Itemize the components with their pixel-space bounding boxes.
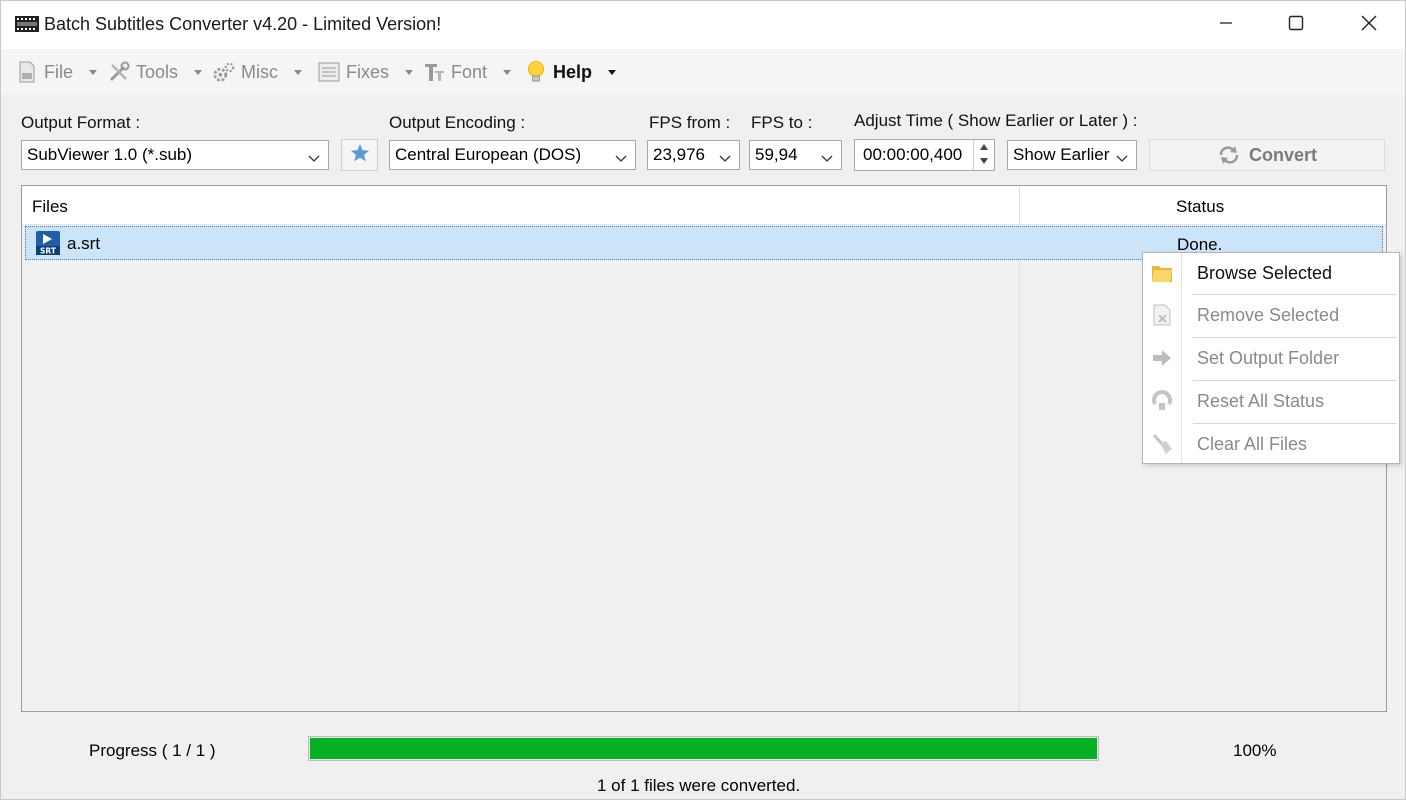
arrow-down-icon[interactable] bbox=[974, 154, 994, 168]
column-header-status[interactable]: Status bbox=[1176, 197, 1224, 217]
srt-file-icon: SRT bbox=[36, 231, 60, 256]
menu-font-label: Font bbox=[451, 61, 488, 82]
convert-icon bbox=[1217, 145, 1241, 165]
font-icon bbox=[423, 61, 445, 83]
window-title: Batch Subtitles Converter v4.20 - Limite… bbox=[44, 14, 442, 34]
output-format-label: Output Format : bbox=[21, 113, 141, 132]
stepper-arrows[interactable] bbox=[973, 140, 994, 170]
chevron-down-icon bbox=[821, 149, 833, 162]
broom-icon bbox=[1151, 433, 1173, 455]
progress-percent: 100% bbox=[1233, 741, 1277, 760]
app-window: Batch Subtitles Converter v4.20 - Limite… bbox=[0, 0, 1406, 800]
close-button[interactable] bbox=[1334, 1, 1404, 49]
menu-item-label: Reset All Status bbox=[1197, 391, 1325, 411]
adjust-time-label: Adjust Time ( Show Earlier or Later ) : bbox=[854, 111, 1138, 130]
minimize-button[interactable] bbox=[1191, 1, 1261, 49]
arrow-right-icon bbox=[1151, 347, 1173, 369]
gears-icon bbox=[213, 61, 235, 83]
chevron-down-icon bbox=[294, 69, 302, 75]
menu-item-reset-all-status[interactable]: Reset All Status bbox=[1143, 381, 1399, 423]
convert-button[interactable]: Convert bbox=[1149, 139, 1385, 171]
film-strip-icon bbox=[15, 15, 39, 33]
fps-to-label: FPS to : bbox=[751, 113, 813, 132]
title-bar[interactable]: Batch Subtitles Converter v4.20 - Limite… bbox=[1, 1, 1405, 49]
list-icon bbox=[318, 61, 340, 83]
menu-item-label: Browse Selected bbox=[1197, 263, 1333, 283]
lightbulb-icon bbox=[525, 61, 547, 83]
menu-fixes[interactable]: Fixes bbox=[318, 59, 414, 85]
fps-from-select[interactable]: 23,976 bbox=[647, 140, 740, 170]
menu-item-label: Set Output Folder bbox=[1197, 348, 1340, 368]
progress-bar bbox=[308, 736, 1099, 761]
menu-file[interactable]: File bbox=[16, 59, 98, 85]
chevron-down-icon bbox=[503, 69, 512, 75]
chevron-down-icon bbox=[608, 69, 617, 75]
menu-font[interactable]: Font bbox=[423, 59, 512, 85]
output-encoding-select[interactable]: Central European (DOS) bbox=[389, 140, 636, 170]
chevron-down-icon bbox=[719, 149, 731, 162]
minimize-icon bbox=[1219, 16, 1233, 35]
favorite-format-button[interactable] bbox=[341, 139, 378, 171]
column-header-files[interactable]: Files bbox=[32, 197, 68, 217]
output-encoding-value: Central European (DOS) bbox=[395, 145, 582, 164]
output-format-select[interactable]: SubViewer 1.0 (*.sub) bbox=[21, 140, 329, 170]
menu-misc-label: Misc bbox=[241, 61, 278, 82]
chevron-down-icon bbox=[405, 69, 414, 75]
star-icon bbox=[350, 143, 370, 168]
time-direction-value: Show Earlier bbox=[1013, 145, 1110, 164]
fps-from-label: FPS from : bbox=[649, 113, 731, 132]
fps-from-value: 23,976 bbox=[653, 145, 705, 164]
menu-item-set-output-folder[interactable]: Set Output Folder bbox=[1143, 338, 1399, 380]
progress-fill bbox=[310, 738, 1097, 759]
close-icon bbox=[1361, 15, 1377, 36]
chevron-down-icon bbox=[615, 149, 627, 162]
menu-item-label: Clear All Files bbox=[1197, 434, 1308, 454]
context-menu: Browse Selected Remove Selected Set Outp… bbox=[1142, 252, 1400, 464]
menu-help-label: Help bbox=[553, 61, 593, 82]
menu-file-label: File bbox=[44, 61, 74, 82]
fps-to-select[interactable]: 59,94 bbox=[749, 140, 842, 170]
list-header: Files Status bbox=[22, 186, 1386, 225]
svg-text:SRT: SRT bbox=[40, 247, 57, 256]
menu-bar: File Tools Misc Fixes Font Help bbox=[1, 49, 1405, 95]
chevron-down-icon bbox=[308, 149, 320, 162]
output-encoding-label: Output Encoding : bbox=[389, 113, 526, 132]
progress-label: Progress ( 1 / 1 ) bbox=[89, 741, 216, 760]
menu-item-remove-selected[interactable]: Remove Selected bbox=[1143, 295, 1399, 337]
file-name: a.srt bbox=[67, 234, 101, 253]
reset-icon bbox=[1151, 390, 1173, 412]
menu-tools-label: Tools bbox=[136, 61, 179, 82]
fps-to-value: 59,94 bbox=[755, 145, 798, 164]
chevron-down-icon bbox=[1116, 149, 1128, 162]
chevron-down-icon bbox=[89, 69, 98, 75]
maximize-button[interactable] bbox=[1261, 1, 1331, 49]
output-format-value: SubViewer 1.0 (*.sub) bbox=[27, 145, 193, 164]
remove-file-icon bbox=[1151, 304, 1173, 326]
adjust-time-value: 00:00:00,400 bbox=[863, 145, 963, 164]
chevron-down-icon bbox=[194, 69, 203, 75]
arrow-up-icon[interactable] bbox=[974, 140, 994, 154]
maximize-icon bbox=[1288, 15, 1304, 36]
conversion-status: 1 of 1 files were converted. bbox=[597, 776, 801, 795]
tools-icon bbox=[108, 61, 130, 83]
column-divider bbox=[1019, 186, 1020, 711]
time-direction-select[interactable]: Show Earlier bbox=[1007, 140, 1137, 170]
menu-misc[interactable]: Misc bbox=[213, 59, 302, 85]
menu-tools[interactable]: Tools bbox=[108, 59, 203, 85]
convert-label: Convert bbox=[1248, 144, 1317, 165]
menu-item-label: Remove Selected bbox=[1197, 305, 1340, 325]
menu-item-browse-selected[interactable]: Browse Selected bbox=[1143, 253, 1399, 295]
menu-fixes-label: Fixes bbox=[346, 61, 390, 82]
menu-help[interactable]: Help bbox=[525, 59, 617, 85]
menu-item-clear-all-files[interactable]: Clear All Files bbox=[1143, 424, 1399, 466]
file-icon bbox=[16, 61, 38, 83]
adjust-time-stepper[interactable]: 00:00:00,400 bbox=[854, 139, 995, 171]
folder-icon bbox=[1151, 262, 1173, 284]
